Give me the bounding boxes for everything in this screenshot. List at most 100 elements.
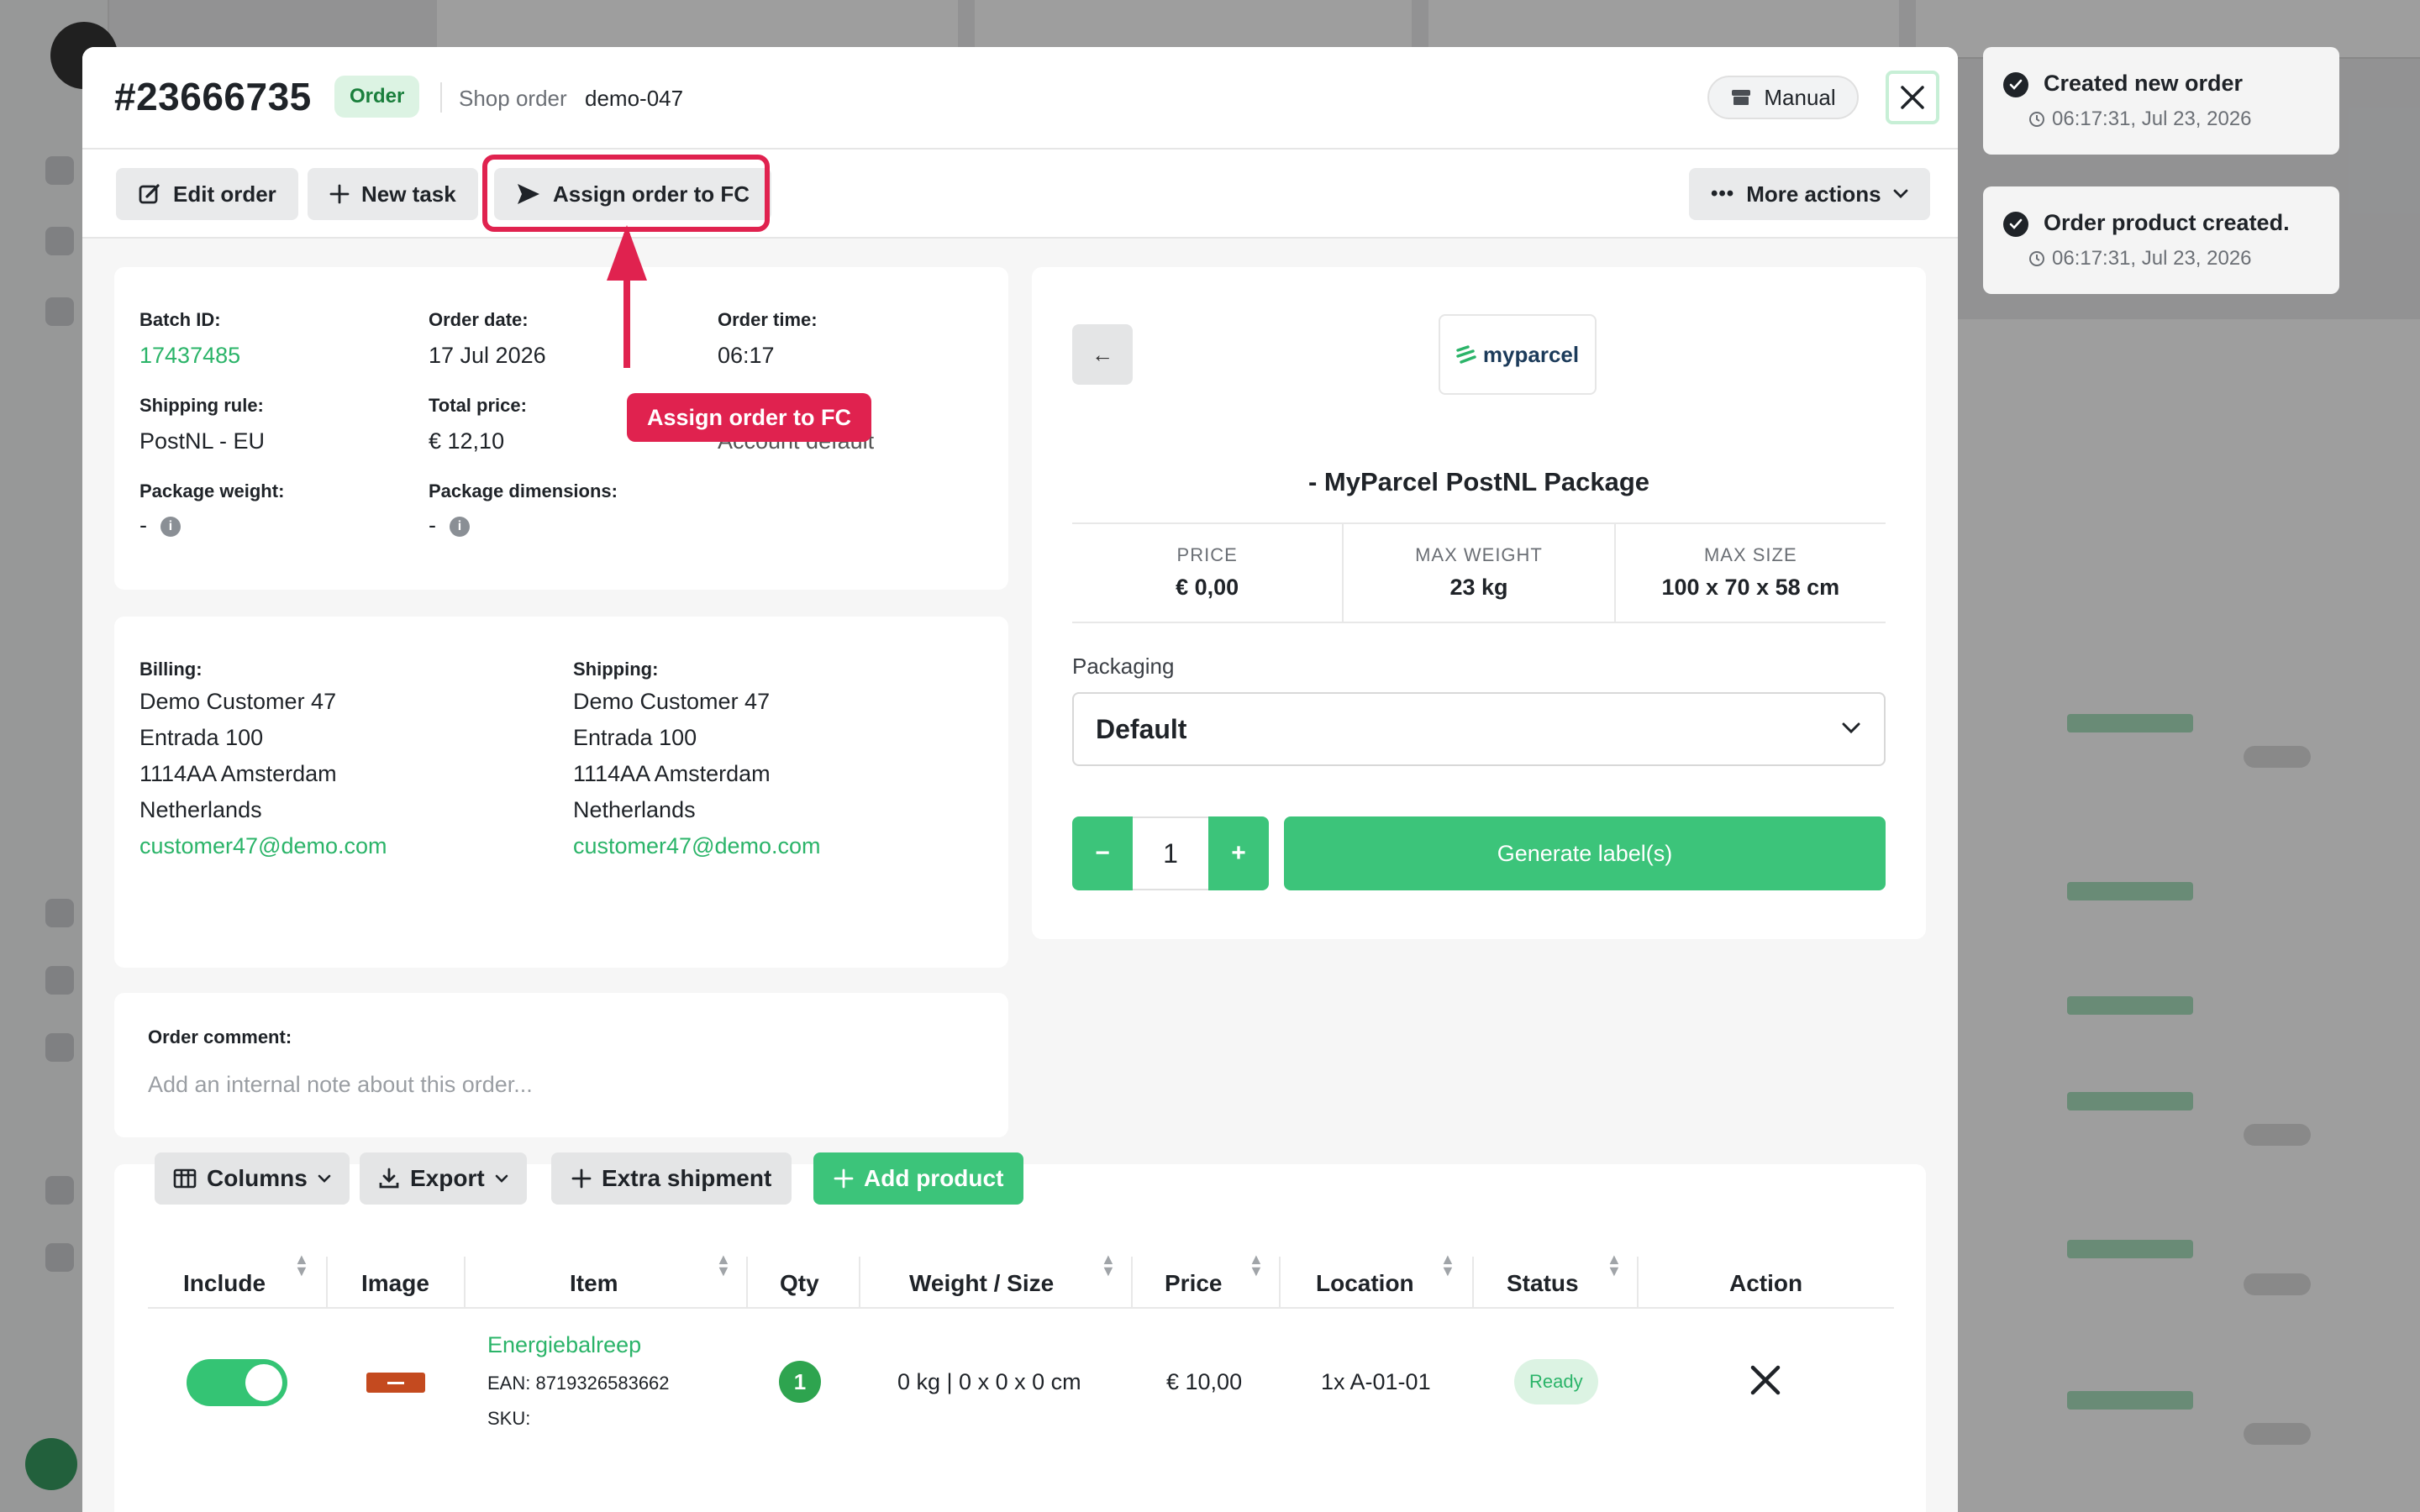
column-include[interactable]: Include [183, 1270, 266, 1297]
order-time-value: 06:17 [718, 343, 775, 368]
carrier-name: - MyParcel PostNL Package [1307, 467, 1650, 496]
max-size-value: 100 x 70 x 58 cm [1661, 575, 1840, 600]
assign-button-highlight [482, 155, 770, 232]
max-weight-value: 23 kg [1449, 575, 1508, 600]
column-divider [859, 1257, 860, 1307]
manual-label: Manual [1764, 84, 1836, 110]
columns-button[interactable]: Columns [155, 1152, 350, 1205]
column-divider [1131, 1257, 1133, 1307]
max-size-label: MAX SIZE [1703, 544, 1797, 565]
total-price-label: Total price: [429, 395, 527, 416]
sort-location-icon[interactable]: ▲ ▼ [1440, 1252, 1455, 1278]
header-divider [440, 82, 442, 113]
add-product-button[interactable]: Add product [813, 1152, 1024, 1205]
product-name-link[interactable]: Energiebalreep [487, 1332, 641, 1358]
toast-created-order[interactable]: Created new order 06:17:31, Jul 23, 2026 [1983, 47, 2339, 155]
info-icon[interactable]: i [450, 516, 470, 537]
billing-email-link[interactable]: customer47@demo.com [139, 828, 387, 864]
shop-order-value: demo-047 [585, 86, 684, 111]
store-icon [1732, 90, 1751, 105]
close-icon [1750, 1365, 1781, 1395]
more-actions-button[interactable]: ••• More actions [1689, 168, 1930, 220]
toast-time-text: 06:17:31, Jul 23, 2026 [2052, 108, 2252, 130]
edit-order-button[interactable]: Edit order [116, 168, 298, 220]
sort-status-icon[interactable]: ▲ ▼ [1607, 1252, 1622, 1278]
price-spec-label: PRICE [1176, 544, 1238, 565]
order-date-label: Order date: [429, 309, 529, 330]
ellipsis-icon: ••• [1711, 182, 1735, 205]
column-qty: Qty [780, 1270, 819, 1296]
quantity-increment-button[interactable]: + [1208, 816, 1269, 890]
packaging-select[interactable]: Default [1072, 692, 1886, 766]
max-weight-spec: MAX WEIGHT 23 kg [1344, 524, 1616, 622]
shipping-rule-value: PostNL - EU [139, 428, 266, 454]
export-button[interactable]: Export [360, 1152, 527, 1205]
billing-country: Netherlands [139, 797, 262, 822]
sort-include-icon[interactable]: ▲ ▼ [294, 1252, 309, 1278]
info-icon[interactable]: i [160, 516, 181, 537]
shipping-street: Entrada 100 [573, 725, 697, 750]
sort-item-icon[interactable]: ▲ ▼ [716, 1252, 731, 1278]
price-spec: PRICE € 0,00 [1072, 524, 1344, 622]
column-divider [1472, 1257, 1474, 1307]
generate-labels-button[interactable]: Generate label(s) [1284, 816, 1886, 890]
shipping-city: 1114AA Amsterdam [573, 761, 771, 786]
order-comment-label: Order comment: [148, 1026, 292, 1047]
new-task-label: New task [361, 181, 456, 207]
remove-product-button[interactable] [1744, 1359, 1786, 1401]
products-card [114, 1164, 1926, 1512]
check-circle-icon [2003, 72, 2028, 97]
column-divider [326, 1257, 328, 1307]
product-location: 1x A-01-01 [1321, 1369, 1431, 1394]
close-modal-button[interactable] [1886, 71, 1939, 124]
toast-time-text: 06:17:31, Jul 23, 2026 [2052, 247, 2252, 270]
carrier-card: ← myparcel - MyParcel PostNL Package PRI… [1032, 267, 1926, 939]
new-task-button[interactable]: New task [308, 168, 478, 220]
price-spec-value: € 0,00 [1176, 575, 1239, 600]
more-actions-label: More actions [1746, 181, 1881, 207]
plus-icon [571, 1168, 592, 1189]
shipping-label: Shipping: [573, 659, 659, 680]
plus-icon [834, 1168, 854, 1189]
column-price[interactable]: Price [1165, 1270, 1223, 1297]
product-price: € 10,00 [1166, 1369, 1243, 1394]
toast-product-created[interactable]: Order product created. 06:17:31, Jul 23,… [1983, 186, 2339, 294]
modal-toolbar: Edit order New task Assign order to FC •… [82, 150, 1958, 239]
column-location[interactable]: Location [1316, 1270, 1414, 1297]
order-comment-input[interactable]: Add an internal note about this order... [148, 1072, 971, 1105]
packaging-label: Packaging [1072, 654, 1175, 679]
close-icon [1901, 86, 1924, 109]
quantity-input[interactable]: 1 [1133, 816, 1208, 890]
product-ean: EAN: 8719326583662 [487, 1373, 670, 1394]
column-item[interactable]: Item [570, 1270, 618, 1297]
toggle-knob [245, 1364, 282, 1401]
quantity-decrement-button[interactable]: − [1072, 816, 1133, 890]
total-price-value: € 12,10 [429, 428, 505, 454]
table-header-divider [148, 1307, 1894, 1309]
shipping-country: Netherlands [573, 797, 696, 822]
order-date-value: 17 Jul 2026 [429, 343, 546, 368]
product-image: ▬▬ [366, 1373, 425, 1393]
chevron-down-icon [318, 1174, 331, 1183]
batch-id-link[interactable]: 17437485 [139, 343, 240, 369]
package-dimensions-value: -i [429, 512, 470, 538]
chevron-down-icon [1893, 189, 1907, 198]
shop-order-label: Shop order [459, 86, 567, 111]
extra-shipment-button[interactable]: Extra shipment [551, 1152, 792, 1205]
myparcel-logo-icon [1456, 345, 1476, 364]
toast-title: Created new order [2044, 71, 2244, 96]
status-badge: Ready [1514, 1359, 1598, 1404]
column-status[interactable]: Status [1507, 1270, 1579, 1297]
shipping-email-link[interactable]: customer47@demo.com [573, 828, 821, 864]
manual-button[interactable]: Manual [1707, 76, 1859, 119]
shipping-name: Demo Customer 47 [573, 689, 771, 714]
column-weight-size[interactable]: Weight / Size [909, 1270, 1054, 1297]
column-divider [464, 1257, 466, 1307]
sort-weight-icon[interactable]: ▲ ▼ [1101, 1252, 1116, 1278]
include-toggle[interactable] [187, 1359, 287, 1406]
package-dimensions-label: Package dimensions: [429, 480, 618, 501]
batch-id-label: Batch ID: [139, 309, 221, 330]
sort-price-icon[interactable]: ▲ ▼ [1249, 1252, 1264, 1278]
back-button[interactable]: ← [1072, 324, 1133, 385]
max-weight-label: MAX WEIGHT [1415, 544, 1543, 565]
